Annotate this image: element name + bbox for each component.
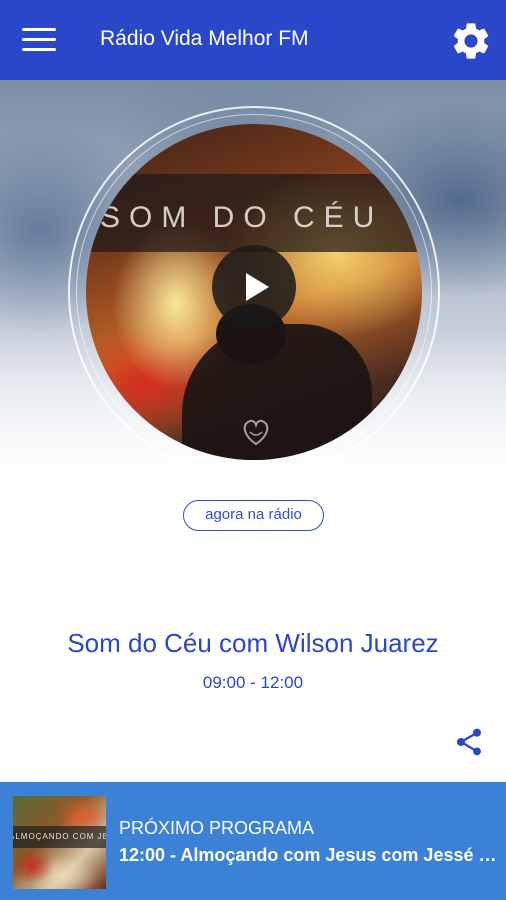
play-icon — [246, 273, 269, 301]
share-icon[interactable] — [453, 726, 485, 758]
next-program-title: 12:00 - Almoçando com Jesus com Jessé Ro… — [119, 845, 506, 865]
current-program-time: 09:00 - 12:00 — [202, 673, 304, 692]
thumbnail-title: ALMOÇANDO COM JESUS — [13, 832, 106, 841]
gear-icon[interactable] — [449, 19, 493, 63]
live-status-badge: agora na rádio — [183, 500, 324, 531]
app-bar: Rádio Vida Melhor FM — [0, 0, 506, 80]
station-logo-icon — [236, 414, 276, 448]
play-button[interactable] — [212, 245, 296, 329]
app-title: Rádio Vida Melhor FM — [100, 27, 309, 50]
next-program-bar[interactable]: ALMOÇANDO COM JESUS — [0, 782, 506, 900]
next-program-thumbnail: ALMOÇANDO COM JESUS — [13, 796, 106, 889]
player-hero: SOM DO CÉU — [0, 80, 506, 540]
next-program-label: PRÓXIMO PROGRAMA — [119, 818, 315, 838]
artwork-title: SOM DO CÉU — [100, 201, 384, 234]
artwork-figure — [182, 324, 372, 460]
current-program-title: Som do Céu com Wilson Juarez — [67, 628, 439, 658]
hamburger-menu-icon[interactable] — [22, 28, 56, 54]
